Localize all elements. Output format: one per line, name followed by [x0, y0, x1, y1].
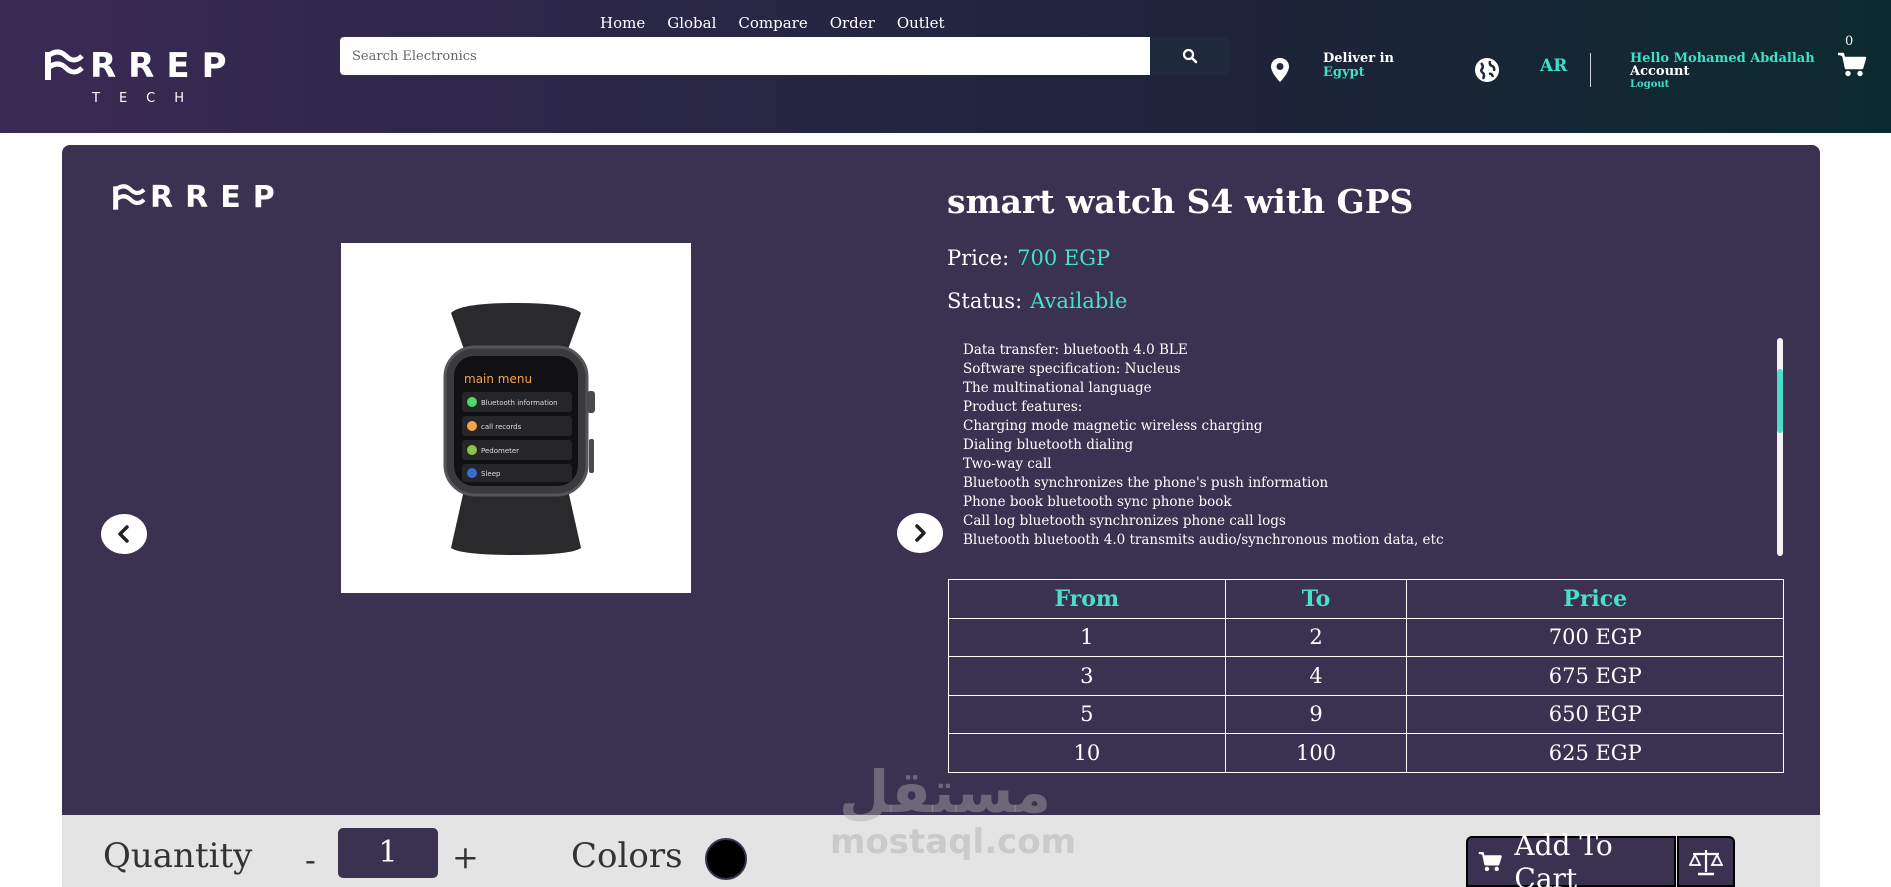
table-row: 3 4 675 EGP [948, 656, 1784, 696]
description-line: Phone book bluetooth sync phone book [963, 494, 1232, 510]
status-value: Available [1030, 289, 1128, 313]
table-cell: 675 EGP [1406, 656, 1784, 696]
scrollbar-thumb[interactable] [1777, 368, 1783, 433]
description-scrollbar[interactable] [1777, 338, 1783, 556]
add-to-cart-label: Add To Cart [1514, 828, 1613, 887]
price-row: Price: 700 EGP [947, 246, 1110, 270]
description-line: Data transfer: bluetooth 4.0 BLE [963, 342, 1188, 358]
cart-icon [1478, 851, 1502, 871]
watch-menu-item: call records [481, 423, 522, 431]
description-line: Product features: [963, 399, 1083, 415]
smartwatch-illustration: main menu Bluetooth information call rec… [443, 303, 595, 555]
logo-subtitle: TECH [92, 91, 204, 106]
quantity-input[interactable]: 1 [338, 828, 438, 878]
compare-button[interactable] [1677, 836, 1735, 887]
search-button[interactable] [1150, 37, 1230, 75]
status-row: Status: Available [947, 289, 1127, 313]
table-cell: 3 [948, 656, 1226, 696]
logo-wordmark: RREP [90, 46, 239, 86]
table-header-price: Price [1406, 579, 1784, 619]
quantity-label: Quantity [103, 836, 253, 876]
logout-link[interactable]: Logout [1630, 78, 1815, 91]
nav-global[interactable]: Global [667, 14, 716, 32]
nav-order[interactable]: Order [830, 14, 875, 32]
mostaql-watermark: مستقل mostaql.com [830, 758, 1077, 862]
table-cell: 650 EGP [1406, 694, 1784, 734]
nav-home[interactable]: Home [600, 14, 645, 32]
description-line: The multinational language [963, 380, 1152, 396]
table-cell: 5 [948, 694, 1226, 734]
table-header-to: To [1224, 579, 1408, 619]
table-cell: 1 [948, 617, 1226, 657]
status-label: Status: [947, 289, 1023, 313]
description-line: Two-way call [963, 456, 1052, 472]
brand-logo[interactable]: RREP TECH [44, 46, 244, 110]
deliver-location[interactable]: Deliver in Egypt [1323, 52, 1394, 80]
deliver-country: Egypt [1323, 65, 1365, 80]
language-toggle[interactable]: AR [1540, 56, 1567, 76]
search-input[interactable] [340, 37, 1150, 75]
price-value: 700 EGP [1017, 246, 1111, 270]
product-title: smart watch S4 with GPS [947, 182, 1414, 221]
table-row: 5 9 650 EGP [948, 694, 1784, 734]
description-line: Bluetooth synchronizes the phone's push … [963, 475, 1329, 491]
price-tier-table: From To Price 1 2 700 EGP 3 4 675 EGP 5 … [948, 579, 1784, 773]
chevron-left-icon [118, 525, 129, 543]
header-divider [1590, 53, 1591, 87]
table-row: 10 100 625 EGP [948, 733, 1784, 773]
description-line: Software specification: Nucleus [963, 361, 1181, 377]
table-cell: 100 [1224, 733, 1408, 773]
description-line: Bluetooth bluetooth 4.0 transmits audio/… [963, 532, 1444, 548]
watch-menu-item: Bluetooth information [481, 399, 558, 407]
location-pin-icon[interactable] [1270, 57, 1290, 83]
description-line: Call log bluetooth synchronizes phone ca… [963, 513, 1286, 529]
carousel-next-button[interactable] [897, 513, 943, 553]
watch-menu-item: Pedometer [481, 447, 519, 455]
chevron-right-icon [915, 524, 926, 542]
deliver-label: Deliver in [1323, 51, 1395, 66]
site-header: RREP TECH Home Global Compare Order Outl… [0, 0, 1891, 133]
product-description[interactable]: Data transfer: bluetooth 4.0 BLE Softwar… [963, 332, 1781, 555]
card-logo-wave-icon [113, 184, 146, 210]
search-bar [340, 37, 1230, 75]
table-cell: 625 EGP [1406, 733, 1784, 773]
main-nav: Home Global Compare Order Outlet [600, 14, 967, 32]
cart-count-badge: 0 [1845, 34, 1854, 49]
logo-wave-icon [45, 49, 84, 80]
table-cell: 2 [1224, 617, 1408, 657]
card-logo-wordmark: RREP [150, 180, 287, 215]
product-image: main menu Bluetooth information call rec… [341, 243, 691, 593]
globe-icon[interactable] [1474, 57, 1500, 83]
nav-compare[interactable]: Compare [738, 14, 807, 32]
table-cell: 4 [1224, 656, 1408, 696]
nav-outlet[interactable]: Outlet [897, 14, 945, 32]
watermark-latin: mostaql.com [830, 822, 1077, 862]
table-cell: 9 [1224, 694, 1408, 734]
quantity-decrement-button[interactable]: - [305, 841, 316, 879]
description-line: Charging mode magnetic wireless charging [963, 418, 1263, 434]
colors-label: Colors [571, 836, 683, 876]
price-label: Price: [947, 246, 1010, 270]
cart-icon[interactable] [1837, 52, 1867, 78]
carousel-prev-button[interactable] [101, 514, 147, 554]
table-row: 1 2 700 EGP [948, 617, 1784, 657]
account-menu[interactable]: Hello Mohamed Abdallah Account Logout [1630, 52, 1815, 91]
color-swatch-black[interactable] [705, 838, 747, 880]
quantity-increment-button[interactable]: + [452, 838, 479, 876]
search-icon [1182, 48, 1198, 64]
watch-menu-item: Sleep [481, 470, 501, 478]
scale-icon [1689, 849, 1723, 875]
table-cell: 700 EGP [1406, 617, 1784, 657]
description-line: Dialing bluetooth dialing [963, 437, 1134, 453]
table-header-from: From [948, 579, 1226, 619]
add-to-cart-button[interactable]: Add To Cart [1466, 829, 1676, 887]
watch-menu-title: main menu [464, 372, 532, 386]
watermark-arabic: مستقل [838, 758, 1052, 826]
account-label: Account [1630, 64, 1690, 79]
